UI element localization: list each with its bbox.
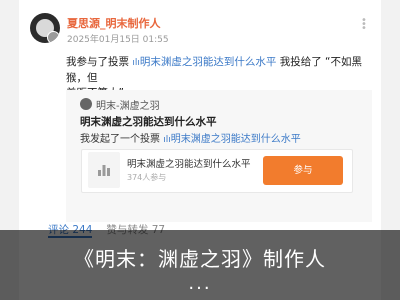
repost-poll-link[interactable]: 明末渊虚之羽能达到什么水平 — [171, 134, 301, 145]
repost-poll-chart-icon: ılı — [163, 135, 171, 145]
username[interactable]: 夏思源_明末制作人 — [67, 15, 161, 31]
more-options-icon[interactable]: • • • — [361, 16, 373, 34]
post-poll-link[interactable]: 明末渊虚之羽能达到什么水平 — [140, 56, 277, 68]
poll-title: 明末渊虚之羽能达到什么水平 — [127, 159, 251, 170]
repost-author[interactable]: 明末-渊虚之羽 — [96, 97, 160, 112]
repost-avatar[interactable] — [80, 98, 92, 110]
poll-bars-icon — [88, 152, 120, 188]
repost-text: 我发起了一个投票 ılı明末渊虚之羽能达到什么水平 — [80, 130, 301, 145]
repost-card[interactable]: 明末-渊虚之羽 明末渊虚之羽能达到什么水平 我发起了一个投票 ılı明末渊虚之羽… — [66, 90, 372, 222]
verified-badge-icon — [47, 31, 60, 43]
video-caption: 《明末：渊虚之羽》制作人 — [74, 247, 326, 271]
caption-ellipsis: ... — [188, 273, 212, 294]
repost-title: 明末渊虚之羽能达到什么水平 — [80, 116, 217, 128]
user-avatar[interactable] — [30, 13, 60, 43]
post-text-prefix: 我参与了投票 — [66, 56, 129, 68]
poll-chart-icon: ılı — [132, 58, 140, 68]
post-date: 2025年01月15日 01:55 — [67, 35, 169, 45]
poll-join-button[interactable]: 参与 — [263, 156, 343, 185]
repost-text-prefix: 我发起了一个投票 — [80, 134, 160, 145]
poll-widget: 明末渊虚之羽能达到什么水平 374人参与 参与 — [81, 149, 353, 193]
poll-participant-count: 374人参与 — [127, 173, 167, 182]
